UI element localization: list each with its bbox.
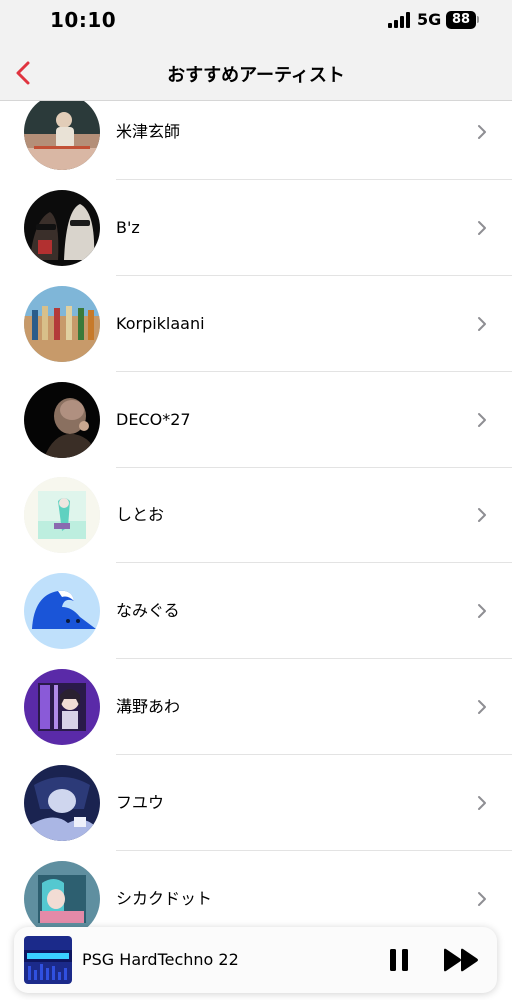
artist-name: 米津玄師 [116, 122, 181, 141]
artist-name: B'z [116, 218, 140, 237]
artist-avatar [24, 477, 100, 553]
now-playing-artwork [24, 936, 72, 984]
artist-avatar [24, 286, 100, 362]
now-playing-title: PSG HardTechno 22 [82, 950, 239, 969]
pause-icon[interactable] [388, 947, 410, 973]
chevron-right-icon [478, 413, 486, 427]
artist-name: しとお [116, 505, 165, 524]
battery-tip [477, 16, 479, 23]
chevron-right-icon [478, 796, 486, 810]
artist-avatar [24, 765, 100, 841]
network-type: 5G [417, 10, 442, 29]
chevron-right-icon [478, 892, 486, 906]
artist-name: フユウ [116, 793, 165, 812]
chevron-right-icon [478, 125, 486, 139]
artist-name: Korpiklaani [116, 314, 205, 333]
artist-name: DECO*27 [116, 410, 191, 429]
list-item-artist[interactable]: DECO*27 [0, 372, 512, 468]
chevron-right-icon [478, 221, 486, 235]
status-bar: 10:10 5G 88 [0, 0, 512, 44]
artist-avatar [24, 861, 100, 937]
list-item-artist[interactable]: Korpiklaani [0, 276, 512, 372]
list-item-artist[interactable]: なみぐる [0, 563, 512, 659]
mini-player[interactable]: PSG HardTechno 22 [14, 927, 497, 993]
battery-icon: 88 [446, 11, 476, 29]
artist-avatar [24, 190, 100, 266]
artist-name: シカクドット [116, 889, 213, 908]
list-item-artist[interactable]: しとお [0, 467, 512, 563]
chevron-right-icon [478, 508, 486, 522]
status-time: 10:10 [50, 8, 117, 32]
artist-avatar [24, 382, 100, 458]
list-item-artist[interactable]: 米津玄師 [0, 101, 512, 180]
chevron-right-icon [478, 700, 486, 714]
page-title: おすすめアーティスト [167, 65, 345, 86]
artist-name: なみぐる [116, 601, 180, 620]
list-item-artist[interactable]: B'z [0, 180, 512, 276]
chevron-right-icon [478, 604, 486, 618]
list-item-artist[interactable]: 溝野あわ [0, 659, 512, 755]
artist-avatar [24, 573, 100, 649]
artist-avatar [24, 101, 100, 170]
cellular-signal-icon [388, 12, 410, 28]
list-item-artist[interactable]: フユウ [0, 755, 512, 851]
artist-avatar [24, 669, 100, 745]
fast-forward-icon[interactable] [442, 948, 480, 972]
artist-list: 米津玄師 B'z Korpiklaani DECO*27 しとお なみぐる 溝野… [0, 101, 512, 1000]
nav-bar: おすすめアーティスト [0, 44, 512, 101]
chevron-right-icon [478, 317, 486, 331]
artist-name: 溝野あわ [116, 697, 181, 716]
